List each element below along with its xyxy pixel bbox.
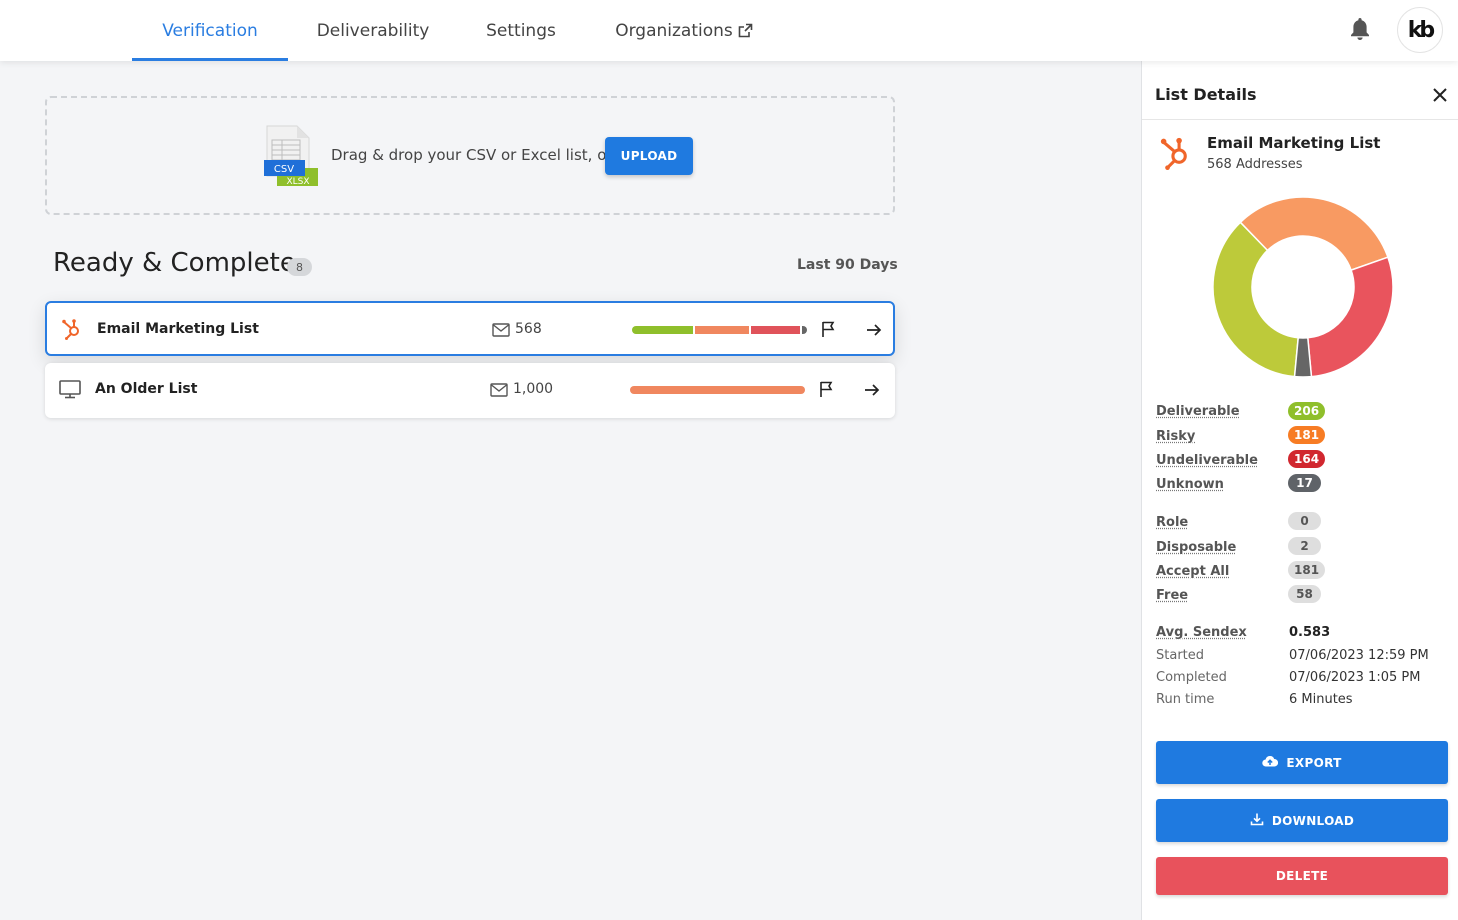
tab-deliverability[interactable]: Deliverability [298,0,448,61]
list-name: An Older List [95,381,198,397]
download-icon [1250,812,1264,829]
download-button[interactable]: DOWNLOAD [1156,799,1448,842]
monitor-icon [59,378,81,400]
export-button[interactable]: EXPORT [1156,741,1448,784]
bell-icon[interactable] [1348,16,1372,42]
flag-label-role[interactable]: Role [1156,515,1188,530]
tab-settings[interactable]: Settings [466,0,576,61]
dropzone-prompt: Drag & drop your CSV or Excel list, or [331,146,613,164]
status-donut-chart [1212,196,1394,378]
bar-segment-risky [695,326,749,334]
section-title: Ready & Complete [53,248,296,278]
external-link-icon [738,23,753,38]
file-icon-label-xlsx: XLSX [286,177,309,187]
panel-list-name: Email Marketing List [1207,134,1381,152]
stat-label-deliverable[interactable]: Deliverable [1156,404,1240,419]
envelope-icon [492,322,510,337]
tab-label: Organizations [615,20,733,41]
donut-slice-deliverable[interactable] [1212,221,1300,378]
flag-badge-free: 58 [1288,585,1321,603]
avatar[interactable]: kb [1397,7,1443,53]
hubspot-icon [1159,135,1193,171]
download-label: DOWNLOAD [1271,813,1355,828]
tab-label: Verification [162,20,258,41]
donut-slice-unknown[interactable] [1293,336,1313,378]
flag-label-accept-all[interactable]: Accept All [1156,564,1229,579]
arrow-right-icon[interactable] [865,321,883,339]
flag-icon[interactable] [821,320,837,338]
donut-slice-undeliverable[interactable] [1306,256,1394,378]
panel-title: List Details [1155,85,1257,104]
avatar-text: kb [1407,17,1435,43]
flag-badge-accept-all: 181 [1288,561,1326,579]
list-details-panel: List Details Email Marketing List 568 Ad… [1141,61,1458,920]
stat-badge-undeliverable: 164 [1288,450,1326,468]
upload-button[interactable]: UPLOAD [605,137,693,175]
flag-badge-disposable: 2 [1288,537,1321,555]
close-icon[interactable] [1430,85,1450,105]
export-label: EXPORT [1286,755,1342,770]
flag-label-disposable[interactable]: Disposable [1156,540,1236,555]
started-label: Started [1156,648,1205,663]
flag-badge-role: 0 [1288,512,1321,530]
started-value: 07/06/2023 12:59 PM [1289,648,1429,663]
sendex-label[interactable]: Avg. Sendex [1156,625,1247,640]
list-row[interactable]: An Older List 1,000 [45,363,895,418]
delete-button[interactable]: DELETE [1156,857,1448,895]
completed-value: 07/06/2023 1:05 PM [1289,670,1421,685]
bar-segment-unknown [802,326,807,334]
arrow-right-icon[interactable] [863,381,881,399]
envelope-icon [490,382,508,397]
period-filter[interactable]: Last 90 Days [797,257,898,273]
hubspot-icon [61,318,83,340]
bar-segment-deliverable [632,326,693,334]
stat-label-undeliverable[interactable]: Undeliverable [1156,453,1258,468]
flag-label-free[interactable]: Free [1156,588,1188,603]
top-nav: Verification Deliverability Settings Org… [0,0,1458,61]
stat-label-risky[interactable]: Risky [1156,429,1195,444]
status-breakdown-bar [630,386,805,394]
stat-label-unknown[interactable]: Unknown [1156,477,1224,492]
flag-icon[interactable] [819,380,835,398]
csv-xlsx-file-icon: CSV XLSX [263,124,319,190]
run-time-value: 6 Minutes [1289,692,1353,707]
list-address-count: 568 [515,321,542,337]
stat-badge-deliverable: 206 [1288,402,1326,420]
tab-organizations[interactable]: Organizations [596,0,772,61]
tab-verification[interactable]: Verification [132,0,288,61]
panel-list-address-count: 568 Addresses [1207,157,1303,172]
bar-segment-risky [630,386,805,394]
list-name: Email Marketing List [97,321,259,337]
sendex-value: 0.583 [1289,625,1331,640]
list-count-badge: 8 [287,258,312,276]
delete-label: DELETE [1275,869,1329,883]
cloud-upload-icon [1262,755,1279,770]
divider [1142,119,1458,120]
run-time-label: Run time [1156,692,1215,707]
bar-segment-undeliverable [751,326,800,334]
stat-badge-unknown: 17 [1288,474,1321,492]
file-icon-label-csv: CSV [274,164,294,175]
donut-slice-risky[interactable] [1239,196,1389,272]
list-row[interactable]: Email Marketing List 568 [45,301,895,356]
list-address-count: 1,000 [513,381,554,397]
tab-label: Deliverability [316,20,430,41]
tab-label: Settings [486,20,556,41]
stat-badge-risky: 181 [1288,426,1326,444]
status-breakdown-bar [632,326,807,334]
completed-label: Completed [1156,670,1227,685]
upload-dropzone[interactable]: CSV XLSX Drag & drop your CSV or Excel l… [45,96,895,215]
